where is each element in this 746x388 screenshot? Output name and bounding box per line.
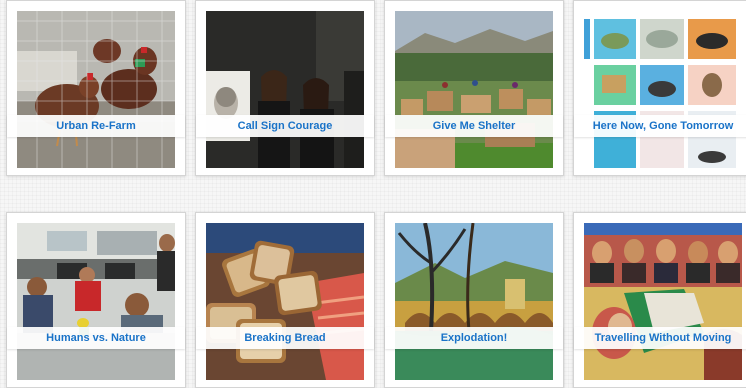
bridge-painting-image: [395, 223, 553, 380]
project-title[interactable]: Humans vs. Nature: [46, 332, 146, 344]
project-card-here-now-gone-tomorrow[interactable]: Here Now, Gone Tomorrow: [573, 0, 746, 176]
mural-image: [584, 223, 742, 380]
animal-paintings-image: [584, 11, 742, 168]
project-card-breaking-bread[interactable]: Breaking Bread: [195, 212, 375, 388]
project-title[interactable]: Breaking Bread: [244, 332, 325, 344]
project-card-call-sign-courage[interactable]: Call Sign Courage: [195, 0, 375, 176]
students-portrait-image: [206, 11, 364, 168]
project-card-give-me-shelter[interactable]: Give Me Shelter: [384, 0, 564, 176]
project-caption[interactable]: Breaking Bread: [196, 327, 374, 349]
project-card-urban-re-farm[interactable]: Urban Re-Farm: [6, 0, 186, 176]
project-title[interactable]: Explodation!: [441, 332, 508, 344]
project-thumbnail[interactable]: [395, 223, 553, 380]
project-caption[interactable]: Urban Re-Farm: [7, 115, 185, 137]
project-caption[interactable]: Call Sign Courage: [196, 115, 374, 137]
project-thumbnail[interactable]: [206, 223, 364, 380]
project-thumbnail[interactable]: [395, 11, 553, 168]
chickens-image: [17, 11, 175, 168]
project-card-explodation[interactable]: Explodation!: [384, 212, 564, 388]
project-card-travelling-without-moving[interactable]: Travelling Without Moving: [573, 212, 746, 388]
project-thumbnail[interactable]: [17, 11, 175, 168]
project-caption[interactable]: Explodation!: [385, 327, 563, 349]
project-caption[interactable]: Humans vs. Nature: [7, 327, 185, 349]
project-title[interactable]: Travelling Without Moving: [595, 332, 732, 344]
project-title[interactable]: Here Now, Gone Tomorrow: [593, 120, 734, 132]
project-thumbnail[interactable]: [17, 223, 175, 380]
project-caption[interactable]: Travelling Without Moving: [574, 327, 746, 349]
project-caption[interactable]: Here Now, Gone Tomorrow: [574, 115, 746, 137]
project-thumbnail[interactable]: [206, 11, 364, 168]
project-caption[interactable]: Give Me Shelter: [385, 115, 563, 137]
project-thumbnail[interactable]: [584, 223, 742, 380]
project-thumbnail[interactable]: [584, 11, 742, 168]
project-title[interactable]: Urban Re-Farm: [56, 120, 135, 132]
bread-image: [206, 223, 364, 380]
project-title[interactable]: Give Me Shelter: [433, 120, 516, 132]
project-title[interactable]: Call Sign Courage: [238, 120, 333, 132]
project-card-humans-vs-nature[interactable]: Humans vs. Nature: [6, 212, 186, 388]
classroom-image: [17, 223, 175, 380]
shelter-field-image: [395, 11, 553, 168]
